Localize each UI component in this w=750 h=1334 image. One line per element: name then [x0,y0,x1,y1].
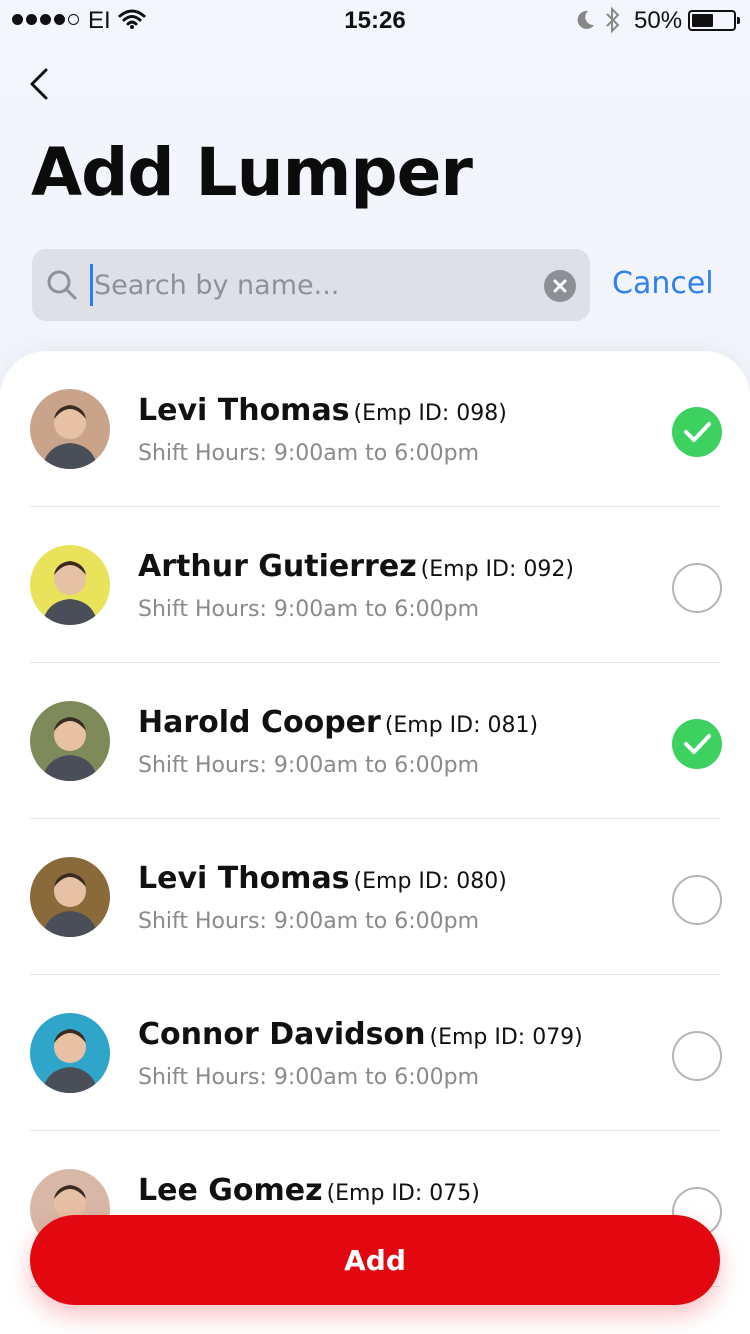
checkmark-icon [684,734,711,754]
employee-id: (Emp ID: 079) [429,1025,583,1050]
avatar [30,1013,110,1093]
employee-id: (Emp ID: 092) [420,557,574,582]
selected-checkbox[interactable] [672,407,722,457]
clear-search-button[interactable] [544,270,576,302]
do-not-disturb-icon [577,10,594,29]
lumper-name-line: Arthur Gutierrez (Emp ID: 092) [138,549,574,584]
selected-checkbox[interactable] [672,719,722,769]
page-title: Add Lumper [31,134,473,211]
lumper-name: Connor Davidson [138,1017,426,1052]
lumper-list: Levi Thomas (Emp ID: 098) Shift Hours: 9:0… [0,351,750,1334]
employee-id: (Emp ID: 080) [353,869,507,894]
employee-id: (Emp ID: 098) [353,401,507,426]
avatar [30,545,110,625]
close-icon [553,279,567,293]
shift-hours: Shift Hours: 9:00am to 6:00pm [138,597,480,622]
text-cursor [90,264,93,306]
avatar [30,701,110,781]
lumper-row[interactable]: Harold Cooper (Emp ID: 081) Shift Hours: 9… [0,663,750,819]
lumper-name: Arthur Gutierrez [138,549,417,584]
avatar [30,389,110,469]
bluetooth-icon [606,6,620,34]
checkmark-icon [684,422,711,442]
battery-icon [688,10,740,31]
employee-id: (Emp ID: 081) [384,713,539,738]
add-button[interactable]: Add [30,1215,720,1305]
lumper-name-line: Harold Cooper (Emp ID: 081) [138,705,538,740]
lumper-row[interactable]: Connor Davidson (Emp ID: 079) Shift Hours:… [0,975,750,1131]
battery-percentage: 50% [634,7,683,34]
shift-hours: Shift Hours: 9:00am to 6:00pm [138,909,480,934]
cancel-button[interactable]: Cancel [612,266,714,301]
unselected-checkbox[interactable] [672,1031,722,1081]
lumper-row[interactable]: Levi Thomas (Emp ID: 098) Shift Hours: 9:0… [0,351,750,507]
lumper-name-line: Lee Gomez (Emp ID: 075) [138,1173,480,1208]
shift-hours: Shift Hours: 9:00am to 6:00pm [138,1065,480,1090]
unselected-checkbox[interactable] [672,875,722,925]
lumper-name: Levi Thomas [138,861,350,896]
chevron-left-icon [30,68,48,100]
lumper-name-line: Levi Thomas (Emp ID: 080) [138,861,507,896]
search-input[interactable] [94,249,534,321]
lumper-name: Lee Gomez [138,1173,323,1208]
lumper-name-line: Connor Davidson (Emp ID: 079) [138,1017,583,1052]
lumper-row[interactable]: Arthur Gutierrez (Emp ID: 092) Shift Hours… [0,507,750,663]
status-bar: EI 15:26 50% [0,0,750,40]
lumper-name: Harold Cooper [138,705,381,740]
employee-id: (Emp ID: 075) [326,1181,480,1206]
unselected-checkbox[interactable] [672,563,722,613]
back-button[interactable] [24,62,64,106]
lumper-name-line: Levi Thomas (Emp ID: 098) [138,393,507,428]
lumper-name: Levi Thomas [138,393,350,428]
shift-hours: Shift Hours: 9:00am to 6:00pm [138,753,480,778]
shift-hours: Shift Hours: 9:00am to 6:00pm [138,441,480,466]
avatar [30,857,110,937]
search-icon [47,270,77,300]
lumper-row[interactable]: Levi Thomas (Emp ID: 080) Shift Hours: 9:0… [0,819,750,975]
search-bar[interactable] [32,249,590,321]
